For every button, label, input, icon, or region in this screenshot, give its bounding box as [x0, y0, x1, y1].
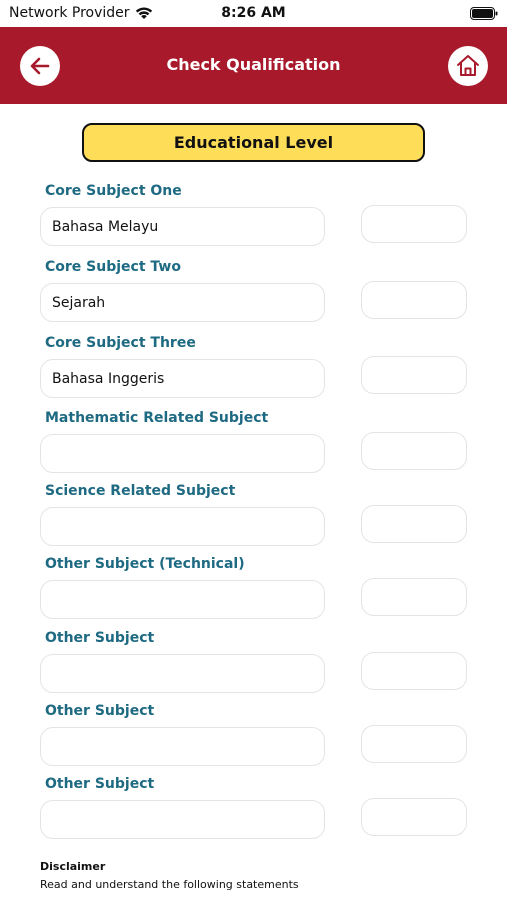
field-label-other-subject: Other Subject [45, 776, 155, 792]
science-subject-grade-input[interactable] [361, 505, 467, 543]
core-subject-three-input[interactable]: Bahasa Inggeris [40, 359, 325, 398]
disclaimer-title: Disclaimer [40, 860, 106, 873]
educational-level-button[interactable]: Educational Level [82, 123, 425, 162]
field-label-core-subject-three: Core Subject Three [45, 335, 196, 351]
field-label-other-subject: Other Subject [45, 630, 155, 646]
other-subject-technical-input[interactable] [40, 580, 325, 619]
field-label-other-subject: Other Subject [45, 703, 155, 719]
other-subject-input[interactable] [40, 800, 325, 839]
other-subject-grade-input[interactable] [361, 652, 467, 690]
core-subject-two-grade-input[interactable] [361, 281, 467, 319]
field-label-mathematic-related-subject: Mathematic Related Subject [45, 410, 269, 426]
page-title: Check Qualification [166, 55, 341, 74]
other-subject-input[interactable] [40, 654, 325, 693]
other-subject-grade-input[interactable] [361, 725, 467, 763]
field-label-core-subject-two: Core Subject Two [45, 259, 181, 275]
status-time: 8:26 AM [221, 5, 286, 21]
other-subject-grade-input[interactable] [361, 798, 467, 836]
home-button[interactable] [448, 46, 488, 86]
home-icon [457, 55, 479, 76]
core-subject-three-grade-input[interactable] [361, 356, 467, 394]
science-subject-input[interactable] [40, 507, 325, 546]
other-subject-input[interactable] [40, 727, 325, 766]
mathematic-subject-grade-input[interactable] [361, 432, 467, 470]
field-label-core-subject-one: Core Subject One [45, 183, 182, 199]
battery-icon [470, 7, 498, 20]
status-bar: Network Provider 8:26 AM [0, 0, 507, 27]
disclaimer-text: Read and understand the following statem… [40, 878, 299, 891]
field-label-other-subject-technical: Other Subject (Technical) [45, 556, 245, 572]
app-header: Check Qualification [0, 27, 507, 104]
mathematic-subject-input[interactable] [40, 434, 325, 473]
core-subject-two-input[interactable]: Sejarah [40, 283, 325, 322]
other-subject-technical-grade-input[interactable] [361, 578, 467, 616]
core-subject-one-grade-input[interactable] [361, 205, 467, 243]
field-label-science-related-subject: Science Related Subject [45, 483, 236, 499]
core-subject-one-input[interactable]: Bahasa Melayu [40, 207, 325, 246]
